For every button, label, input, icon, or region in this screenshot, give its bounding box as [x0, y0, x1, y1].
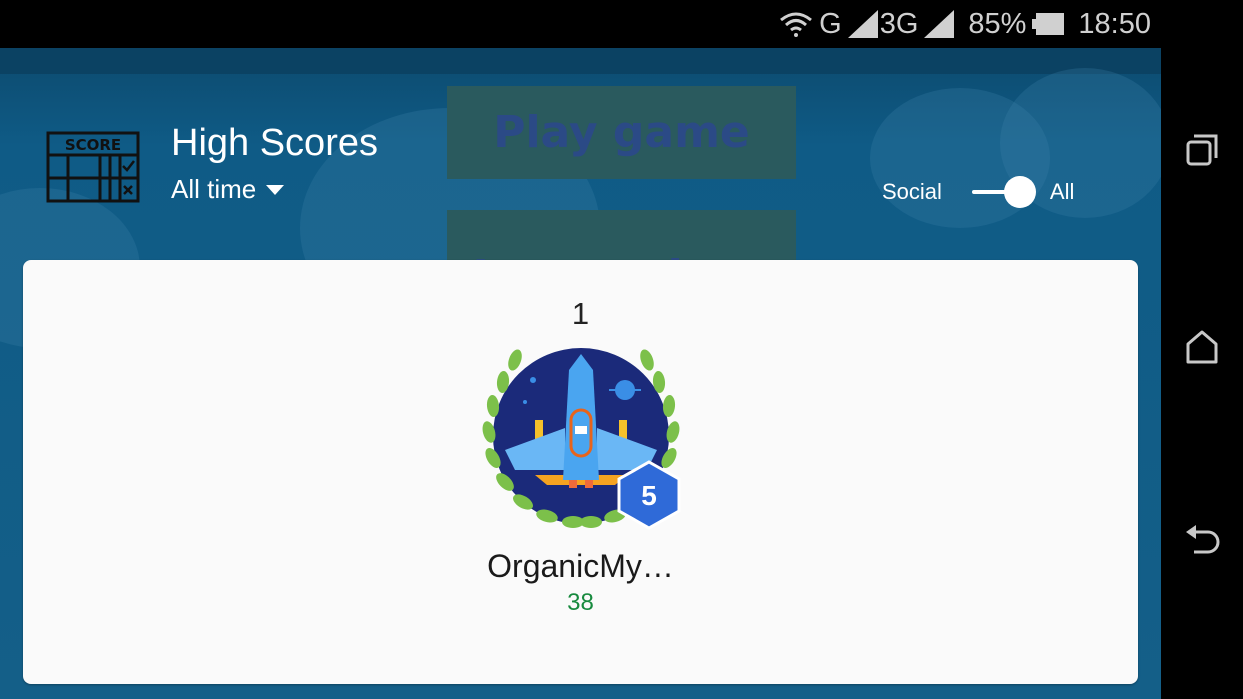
network-type-1: G: [819, 7, 842, 40]
social-all-toggle[interactable]: [971, 176, 1036, 208]
network-type-2: 3G: [879, 7, 919, 40]
app-screen: Play game Instructions SCORE High Scores…: [0, 48, 1161, 699]
wifi-icon: [780, 12, 813, 37]
leaderboard-entry[interactable]: 1 5 OrganicMy… 38: [463, 296, 698, 617]
player-score: 38: [567, 589, 594, 616]
social-label[interactable]: Social: [882, 179, 942, 205]
player-name: OrganicMy…: [487, 548, 674, 584]
all-label[interactable]: All: [1050, 179, 1074, 205]
signal-icon: [847, 10, 878, 38]
svg-text:SCORE: SCORE: [65, 136, 121, 154]
svg-text:5: 5: [641, 480, 657, 511]
battery-percent: 85%: [968, 7, 1027, 40]
navigation-bar: [1161, 48, 1243, 699]
back-icon[interactable]: [1182, 522, 1222, 562]
clock: 18:50: [1078, 7, 1151, 40]
collection-filter: Social All: [882, 176, 1074, 208]
timespan-label: All time: [171, 174, 257, 204]
top-shadow-band: [0, 48, 1161, 74]
page-title: High Scores: [171, 122, 378, 164]
play-game-button: Play game: [447, 86, 796, 179]
toggle-thumb[interactable]: [1003, 176, 1036, 208]
signal-icon: [924, 10, 955, 38]
recents-icon[interactable]: [1182, 130, 1222, 170]
level-badge: 5: [617, 460, 680, 530]
rank: 1: [571, 296, 590, 331]
scoreboard-icon: SCORE: [46, 131, 140, 203]
status-bar: G 3G 85% 18:50: [0, 0, 1243, 48]
caret-down-icon: [266, 184, 285, 195]
player-avatar[interactable]: 5: [475, 340, 687, 536]
leaderboard-card: 1 5 OrganicMy… 38: [23, 260, 1138, 684]
timespan-dropdown[interactable]: All time: [171, 174, 285, 205]
home-icon[interactable]: [1182, 328, 1222, 368]
battery-icon: [1032, 13, 1065, 35]
